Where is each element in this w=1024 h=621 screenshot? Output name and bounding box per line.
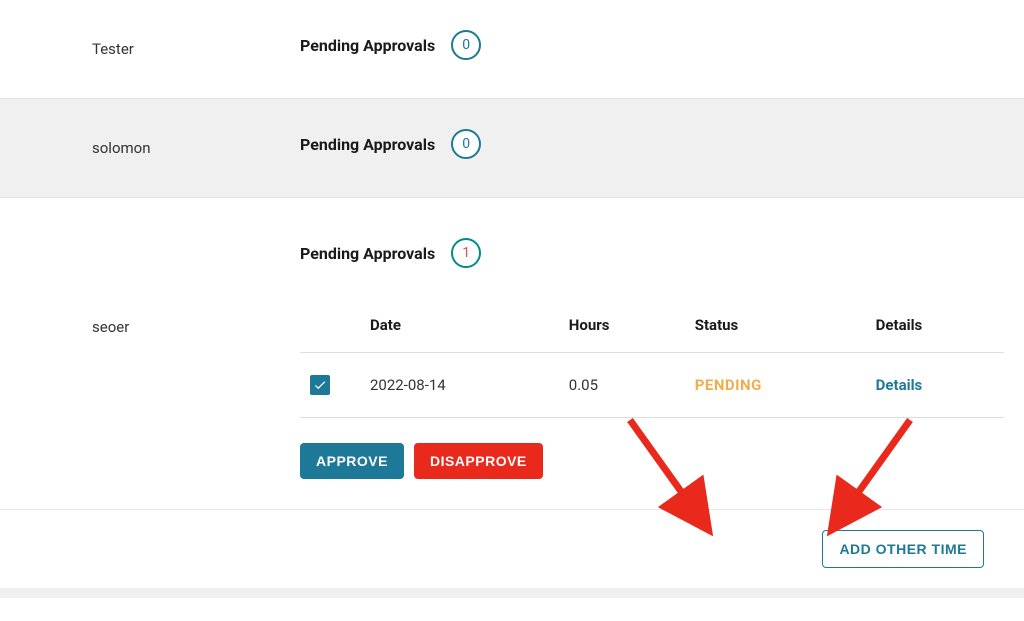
pending-header: Pending Approvals 0	[300, 30, 1004, 60]
table-header-date: Date	[360, 298, 559, 353]
table-header-details: Details	[866, 298, 1004, 353]
add-time-section: ADD OTHER TIME	[0, 510, 1024, 588]
row-content: Pending Approvals 1 Date Hours Status De…	[280, 198, 1024, 509]
pending-count-badge: 0	[451, 30, 481, 60]
user-name: solomon	[0, 99, 280, 197]
pending-header: Pending Approvals 0	[300, 129, 1004, 159]
pending-approvals-label: Pending Approvals	[300, 244, 435, 263]
pending-header: Pending Approvals 1	[300, 238, 1004, 268]
check-icon	[313, 378, 327, 392]
action-buttons: APPROVE DISAPPROVE	[300, 443, 1004, 479]
cell-date: 2022-08-14	[360, 353, 559, 418]
disapprove-button[interactable]: DISAPPROVE	[414, 443, 543, 479]
user-row: Tester Pending Approvals 0	[0, 0, 1024, 99]
table-header-checkbox	[300, 298, 360, 353]
cell-status: PENDING	[685, 353, 866, 418]
bottom-bar	[0, 588, 1024, 598]
pending-approvals-label: Pending Approvals	[300, 36, 435, 55]
table-row: 2022-08-14 0.05 PENDING Details	[300, 353, 1004, 418]
table-header-status: Status	[685, 298, 866, 353]
cell-details: Details	[866, 353, 1004, 418]
pending-approvals-label: Pending Approvals	[300, 135, 435, 154]
cell-hours: 0.05	[559, 353, 685, 418]
user-row: solomon Pending Approvals 0	[0, 99, 1024, 198]
table-header-hours: Hours	[559, 298, 685, 353]
details-link[interactable]: Details	[876, 376, 923, 394]
table-header-row: Date Hours Status Details	[300, 298, 1004, 353]
row-content: Pending Approvals 0	[280, 0, 1024, 90]
user-row-expanded: seoer Pending Approvals 1 Date Hours Sta…	[0, 198, 1024, 510]
approval-table: Date Hours Status Details 2022-08-14 0.0…	[300, 298, 1004, 418]
approve-button[interactable]: APPROVE	[300, 443, 404, 479]
pending-count-badge: 0	[451, 129, 481, 159]
row-checkbox[interactable]	[310, 375, 330, 395]
pending-count-badge: 1	[451, 238, 481, 268]
user-name: seoer	[0, 198, 280, 376]
user-name: Tester	[0, 0, 280, 98]
status-badge: PENDING	[695, 376, 762, 394]
add-other-time-button[interactable]: ADD OTHER TIME	[822, 530, 984, 568]
checkbox-cell	[300, 353, 360, 418]
row-content: Pending Approvals 0	[280, 99, 1024, 189]
